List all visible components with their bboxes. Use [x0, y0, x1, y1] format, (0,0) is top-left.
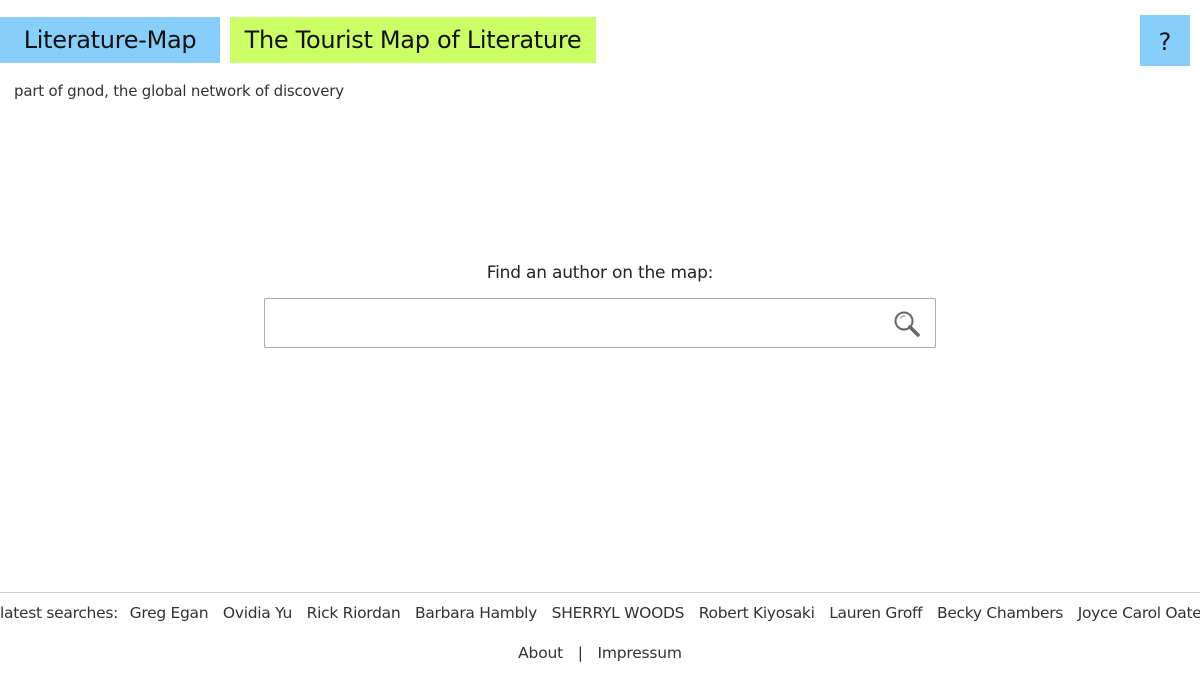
latest-searches: latest searches: Greg Egan Ovidia Yu Ric…: [0, 604, 1200, 622]
search-box: [264, 298, 936, 348]
footer-divider: [0, 592, 1200, 593]
latest-search-link[interactable]: Joyce Carol Oates: [1078, 604, 1200, 622]
search-input[interactable]: [265, 299, 875, 347]
latest-search-link[interactable]: Ovidia Yu: [223, 604, 292, 622]
latest-search-link[interactable]: Robert Kiyosaki: [699, 604, 815, 622]
latest-search-link[interactable]: Barbara Hambly: [415, 604, 537, 622]
latest-search-link[interactable]: Rick Riordan: [307, 604, 401, 622]
search-label: Find an author on the map:: [486, 263, 714, 283]
brand-link[interactable]: Literature-Map: [0, 17, 220, 63]
impressum-link[interactable]: Impressum: [597, 644, 682, 662]
latest-search-link[interactable]: Lauren Groff: [829, 604, 922, 622]
latest-searches-label: latest searches:: [0, 604, 119, 622]
help-button[interactable]: ?: [1140, 15, 1190, 66]
about-link[interactable]: About: [518, 644, 563, 662]
page: Literature-Map The Tourist Map of Litera…: [0, 0, 1200, 675]
tagline-banner: The Tourist Map of Literature: [230, 17, 596, 63]
latest-search-link[interactable]: Greg Egan: [130, 604, 209, 622]
subtitle: part of gnod, the global network of disc…: [14, 82, 344, 100]
footer-separator: |: [577, 644, 583, 662]
latest-search-link[interactable]: Becky Chambers: [937, 604, 1063, 622]
search-icon[interactable]: [893, 310, 921, 338]
footer-links: About | Impressum: [0, 644, 1200, 662]
latest-search-link[interactable]: SHERRYL WOODS: [552, 604, 685, 622]
